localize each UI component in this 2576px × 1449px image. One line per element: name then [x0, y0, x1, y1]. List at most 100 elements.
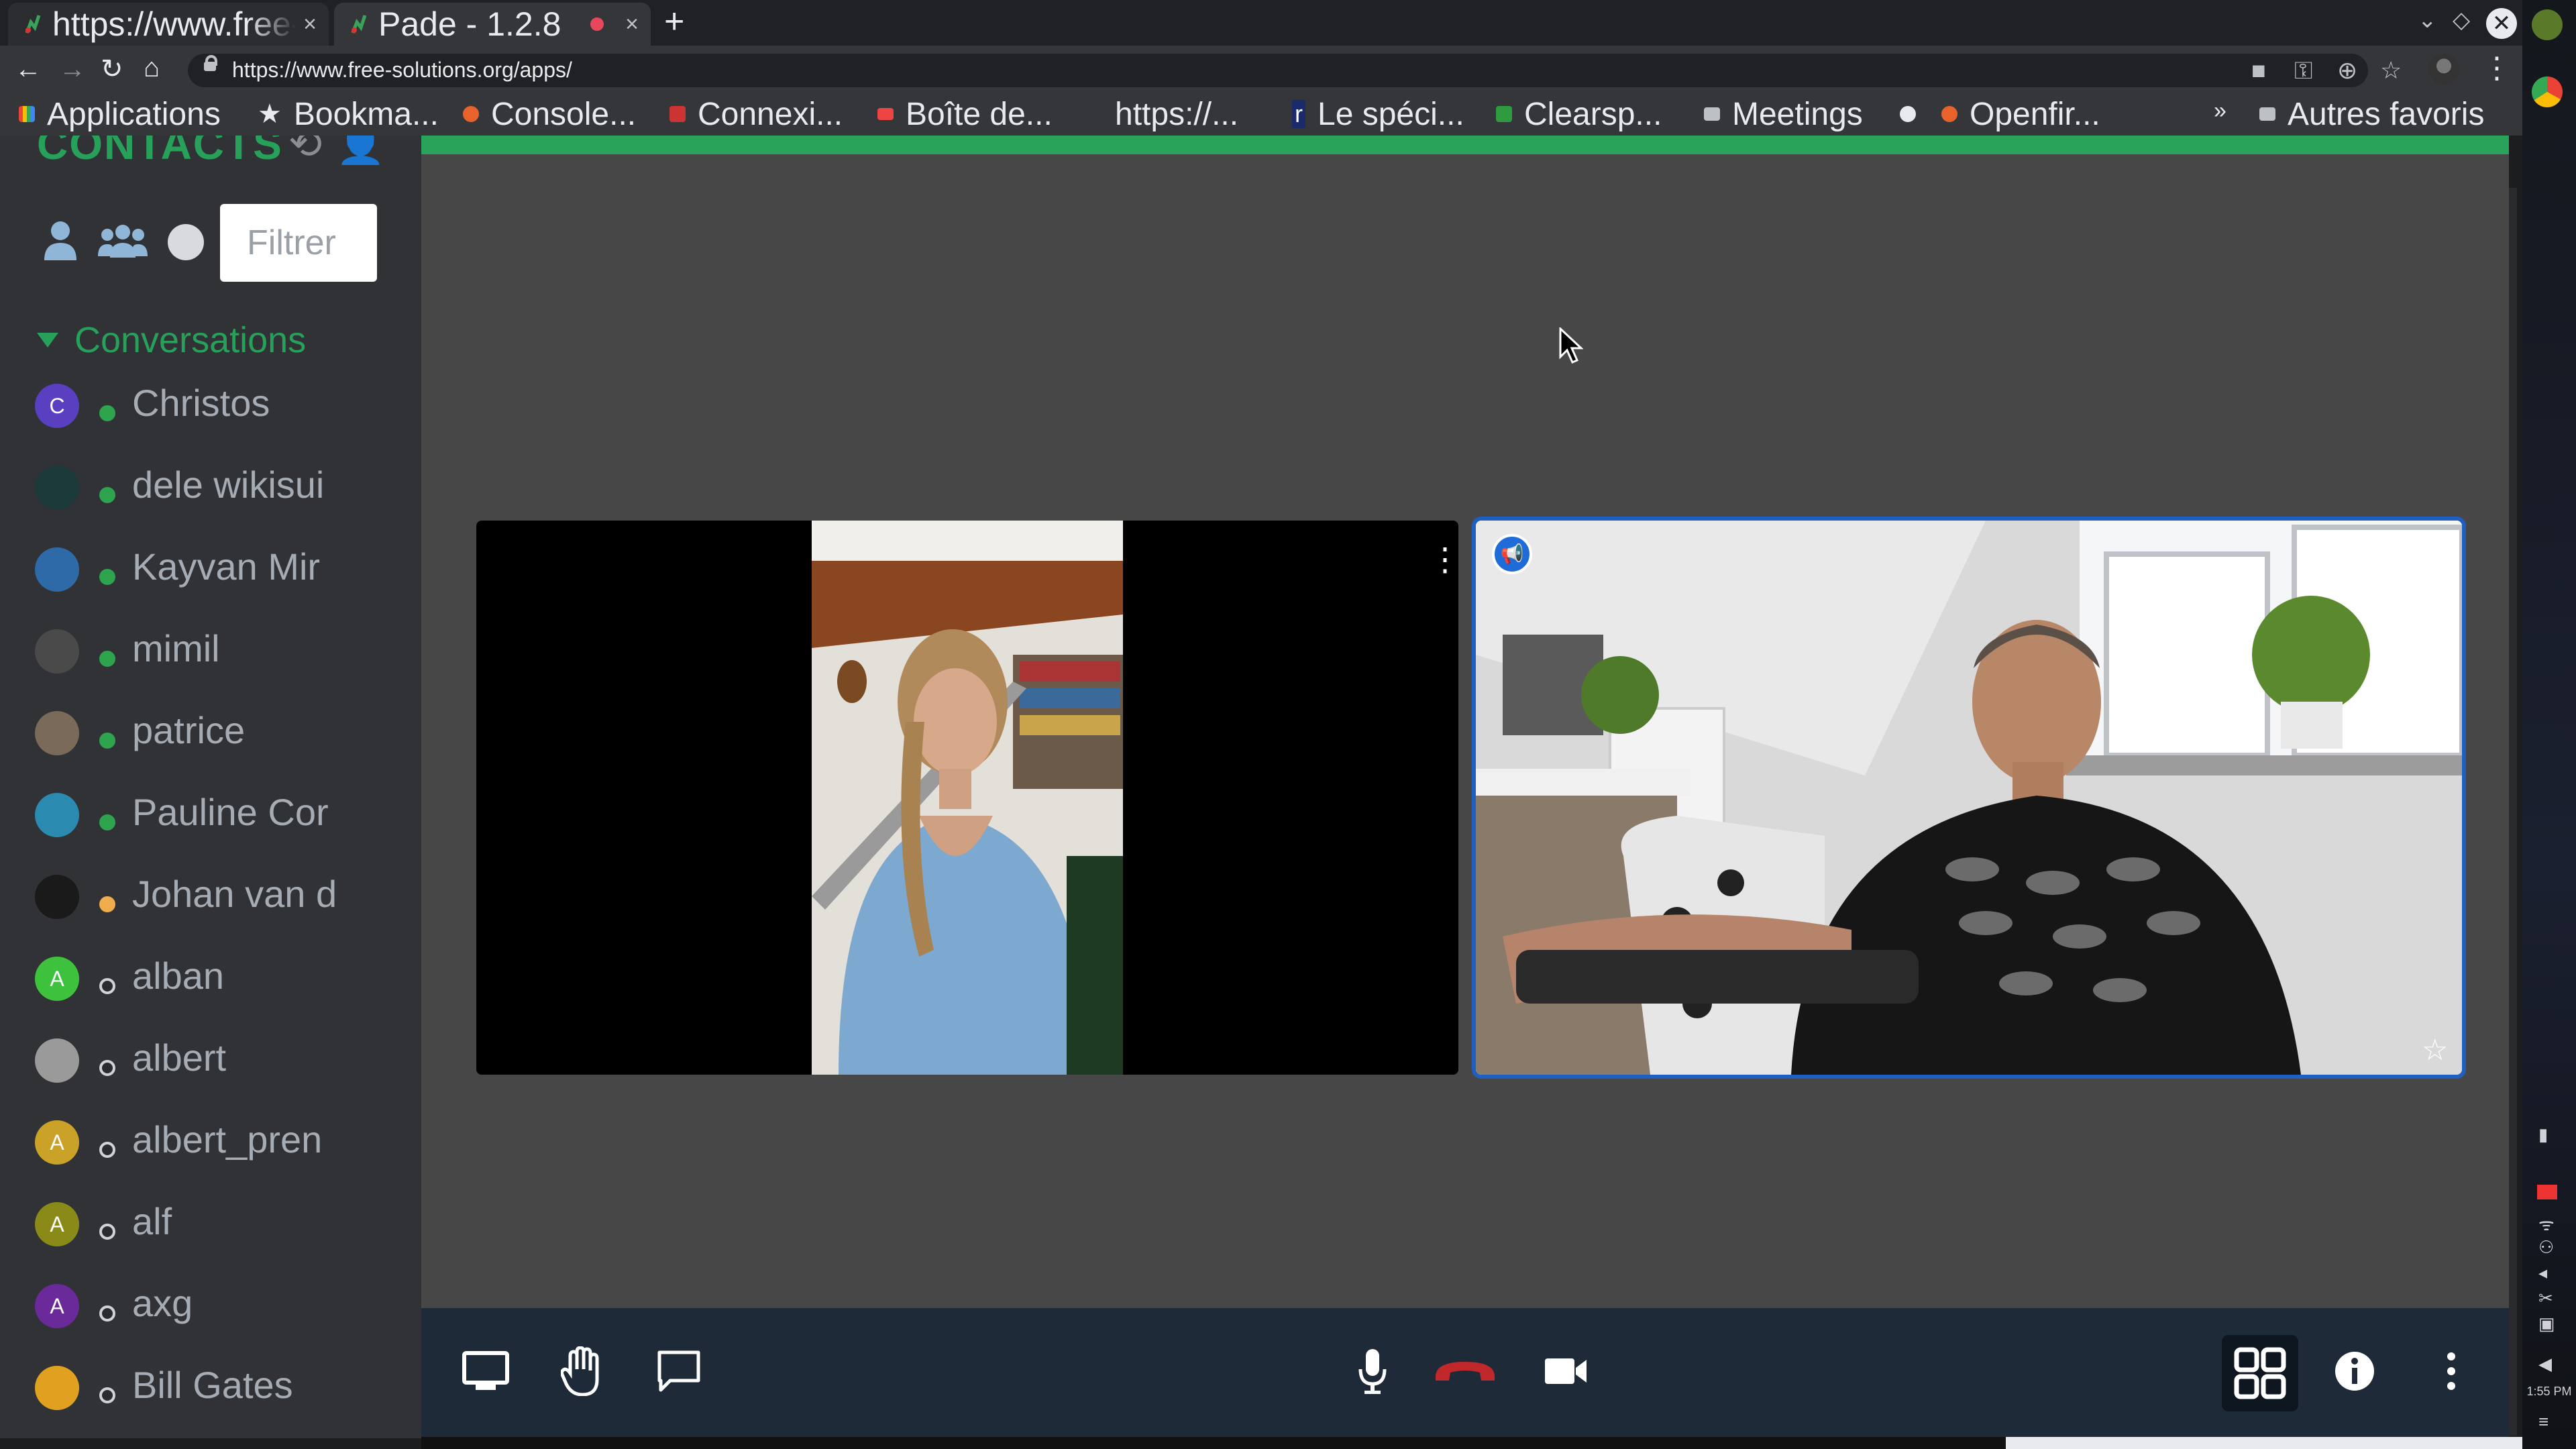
- contact-item[interactable]: dele wikisui: [35, 460, 411, 514]
- participant-tile-right[interactable]: [1476, 521, 2462, 1075]
- presence-status-icon: [99, 1224, 115, 1240]
- pade-favicon-icon: [351, 15, 367, 34]
- conversations-group-toggle[interactable]: Conversations: [37, 319, 306, 361]
- sync-contacts-icon[interactable]: ⟲: [288, 136, 322, 165]
- chat-button[interactable]: [645, 1338, 712, 1405]
- bookmark-console[interactable]: Console...: [463, 93, 636, 136]
- url-text[interactable]: https://www.free-solutions.org/apps/: [232, 58, 572, 83]
- contact-item[interactable]: Kayvan Mir: [35, 542, 411, 596]
- bookmark-star-icon[interactable]: ☆: [2380, 56, 2402, 85]
- profile-avatar[interactable]: [2428, 54, 2459, 85]
- home-icon[interactable]: ⌂: [144, 50, 160, 86]
- avatar: [35, 1366, 79, 1410]
- avatar: A: [35, 1202, 79, 1246]
- close-tab-icon[interactable]: ×: [303, 11, 317, 38]
- bookmark-bookmarks[interactable]: ★ Bookma...: [258, 93, 439, 136]
- folder-icon: [2259, 107, 2275, 121]
- browser-menu-icon[interactable]: ⋮: [2482, 51, 2512, 85]
- contact-name: albert: [132, 1036, 227, 1079]
- contact-item[interactable]: Johan van d: [35, 869, 411, 923]
- contact-item[interactable]: albert: [35, 1033, 411, 1087]
- tile-menu-icon[interactable]: ⋮: [1429, 541, 1461, 578]
- info-button[interactable]: [2321, 1338, 2388, 1405]
- contact-item[interactable]: Pauline Cor: [35, 788, 411, 841]
- bookmark-autres-favoris[interactable]: Autres favoris: [2259, 93, 2484, 136]
- bookmark-meetings[interactable]: Meetings: [1704, 93, 1863, 136]
- contact-item[interactable]: Aalbert_pren: [35, 1115, 411, 1169]
- wifi-icon[interactable]: ᯤ: [2538, 1212, 2555, 1236]
- bookmark-le-special[interactable]: r Le spéci...: [1292, 93, 1464, 136]
- bookmark-boite[interactable]: Boîte de...: [877, 93, 1053, 136]
- contact-item[interactable]: Aalf: [35, 1197, 411, 1250]
- presence-status-icon: [99, 978, 115, 994]
- caret-down-icon: [37, 333, 58, 347]
- hangup-button[interactable]: [1432, 1338, 1499, 1405]
- minimize-window-icon[interactable]: ⌄: [2418, 7, 2437, 34]
- contact-item[interactable]: Aalban: [35, 951, 411, 1005]
- chrome-launcher-icon[interactable]: [2532, 76, 2563, 107]
- contact-name: mimil: [132, 627, 220, 669]
- volume-icon[interactable]: ◂: [2538, 1263, 2547, 1283]
- bookmark-openfire[interactable]: Openfir...: [1941, 93, 2100, 136]
- screen-share-button[interactable]: [452, 1338, 519, 1405]
- bookmarks-overflow-button[interactable]: »: [2214, 98, 2226, 124]
- keyboard-layout-icon[interactable]: [2537, 1185, 2557, 1199]
- connexion-icon: [669, 106, 686, 122]
- avatar: [35, 875, 79, 919]
- contact-item[interactable]: mimil: [35, 624, 411, 678]
- browser-tab-apps[interactable]: https://www.free-solutions.org/apps/ ×: [8, 3, 329, 46]
- browser-tab-pade[interactable]: Pade - 1.2.8 ×: [334, 3, 651, 46]
- close-window-button[interactable]: ✕: [2486, 8, 2517, 39]
- maximize-window-icon[interactable]: ◇: [2453, 7, 2470, 34]
- menu-lines-icon[interactable]: ≡: [2538, 1411, 2548, 1432]
- chat-icon: [657, 1350, 700, 1392]
- os-menu-icon[interactable]: [2532, 9, 2563, 40]
- contact-name: Pauline Cor: [132, 791, 329, 833]
- raise-hand-button[interactable]: [549, 1338, 616, 1405]
- user-status-icon[interactable]: ⚇: [2538, 1237, 2554, 1258]
- presence-status-icon: [99, 1060, 115, 1076]
- microphone-button[interactable]: [1339, 1338, 1406, 1405]
- battery-icon[interactable]: ▮: [2538, 1124, 2548, 1145]
- forward-icon[interactable]: →: [59, 51, 86, 87]
- add-contact-icon[interactable]: 👤: [335, 136, 386, 165]
- key-icon[interactable]: ⚿: [2294, 56, 2312, 85]
- collapse-icon[interactable]: ◀: [2538, 1354, 2552, 1375]
- contact-item[interactable]: Bill Gates: [35, 1360, 411, 1414]
- pin-star-icon[interactable]: ☆: [2422, 1033, 2448, 1067]
- bookmark-clearspace[interactable]: Clearsp...: [1496, 93, 1662, 136]
- bookmark-applications[interactable]: Applications: [19, 93, 221, 136]
- system-clock: 1:55 PM: [2526, 1385, 2572, 1398]
- contact-item[interactable]: C Christos: [35, 378, 411, 432]
- bookmark-globe[interactable]: [1900, 93, 1928, 136]
- info-icon: [2335, 1352, 2374, 1391]
- scissors-icon[interactable]: ✂: [2538, 1288, 2553, 1309]
- zoom-icon[interactable]: ⊕: [2337, 56, 2357, 85]
- more-options-button[interactable]: [2418, 1338, 2485, 1405]
- status-circle-icon[interactable]: [168, 224, 204, 260]
- contacts-header-clip: CONTACTS ⟲ 👤: [0, 136, 421, 165]
- hangup-icon: [1436, 1362, 1495, 1381]
- back-icon[interactable]: ←: [15, 51, 42, 87]
- bookmark-https[interactable]: https://...: [1087, 93, 1238, 136]
- new-tab-button[interactable]: +: [664, 1, 684, 42]
- close-tab-icon[interactable]: ×: [625, 11, 639, 38]
- meeting-header-bar: [421, 136, 2509, 154]
- tile-view-button[interactable]: [2222, 1335, 2298, 1411]
- groups-icon[interactable]: [98, 221, 148, 268]
- lock-screen-icon[interactable]: ▣: [2538, 1313, 2555, 1334]
- camera-button[interactable]: [1532, 1338, 1599, 1405]
- contacts-filter-input[interactable]: Filtrer: [220, 204, 377, 282]
- apps-grid-icon: [19, 106, 35, 122]
- presence-status-icon: [99, 1142, 115, 1158]
- horizontal-scrollbar[interactable]: [2006, 1437, 2522, 1449]
- clearspace-icon: [1496, 106, 1512, 122]
- man-video: [1476, 521, 2462, 1075]
- bookmark-connexion[interactable]: Connexi...: [669, 93, 843, 136]
- contact-item[interactable]: Aaxg: [35, 1279, 411, 1332]
- contact-item[interactable]: patrice: [35, 706, 411, 759]
- user-icon[interactable]: [42, 219, 79, 271]
- reload-icon[interactable]: ↻: [101, 51, 123, 87]
- scrollbar[interactable]: [2509, 188, 2517, 1436]
- camera-in-use-icon[interactable]: ■: [2251, 56, 2266, 85]
